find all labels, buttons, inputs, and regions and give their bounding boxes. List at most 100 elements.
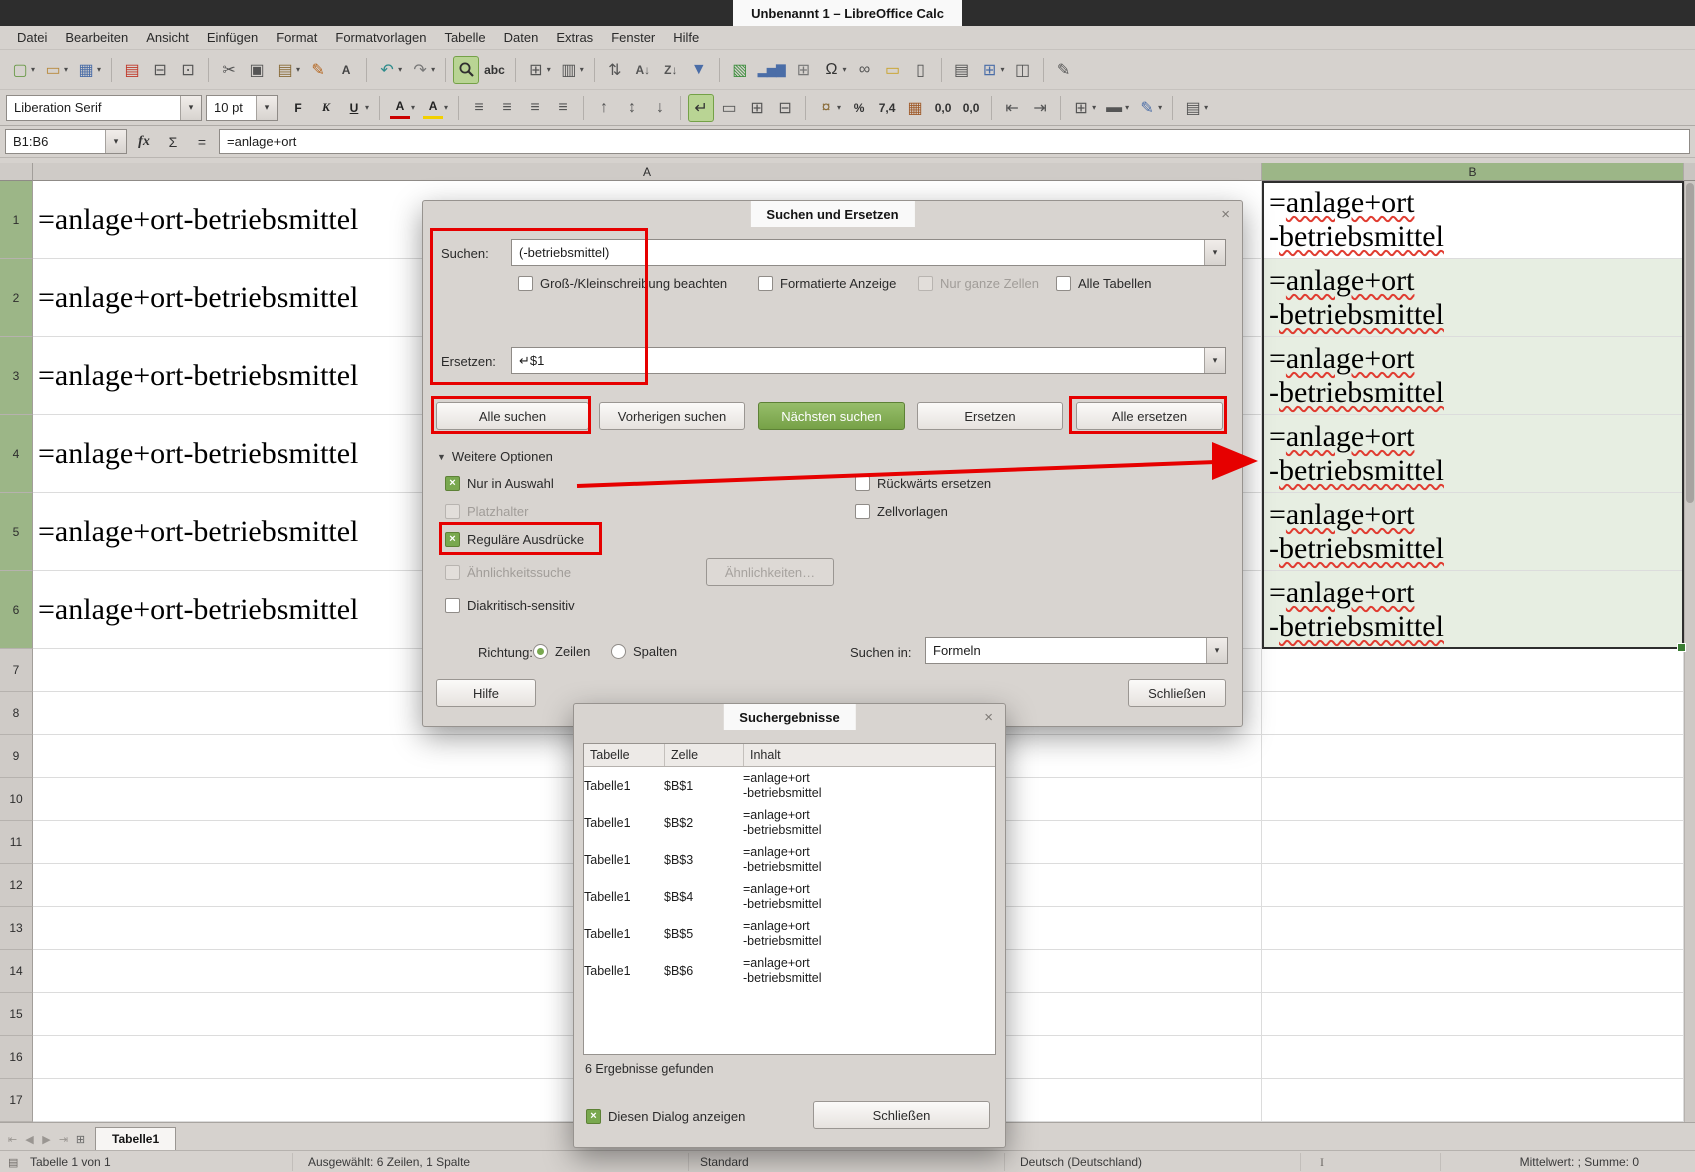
font-name-combo[interactable]: Liberation Serif ▾ [6, 95, 202, 121]
help-button[interactable]: Hilfe [436, 679, 536, 707]
cell-B15[interactable] [1262, 993, 1684, 1036]
menu-item-bearbeiten[interactable]: Bearbeiten [56, 28, 137, 47]
merge-cells-button[interactable]: ⊞ [744, 94, 770, 122]
show-draw-functions-button[interactable]: ✎ [1051, 56, 1077, 84]
radio-zeilen[interactable]: Zeilen [533, 641, 590, 661]
align-center-button[interactable]: ≡ [494, 94, 520, 122]
menu-item-einfügen[interactable]: Einfügen [198, 28, 267, 47]
next-sheet-icon[interactable]: ▶ [38, 1128, 55, 1150]
merge-and-center-cells-button[interactable]: ▭ [716, 94, 742, 122]
format-as-currency-button[interactable]: ¤▾ [813, 94, 844, 122]
cell-B7[interactable] [1262, 649, 1684, 692]
replace-all-button[interactable]: Alle ersetzen [1076, 402, 1223, 430]
delete-decimal-place-button[interactable]: 0,0 [958, 94, 984, 122]
scrollbar-thumb[interactable] [1686, 183, 1694, 503]
row-header-17[interactable]: 17 [0, 1079, 33, 1122]
checkbox-rückwärts-ersetzen[interactable]: Rückwärts ersetzen [855, 473, 991, 493]
menu-item-fenster[interactable]: Fenster [602, 28, 664, 47]
conditional-formatting-button[interactable]: ▤▾ [1180, 94, 1211, 122]
insert-sheet-icon[interactable]: ⊞ [72, 1128, 89, 1150]
increase-indent-button[interactable]: ⇥ [1027, 94, 1053, 122]
checkbox-nur-ganze-zellen[interactable]: Nur ganze Zellen [918, 273, 1039, 293]
column-header-b[interactable]: B [1262, 163, 1684, 181]
results-row[interactable]: Tabelle1$B$6=anlage+ort-betriebsmittel [584, 952, 995, 989]
dialog-titlebar[interactable]: Suchen und Ersetzen × [423, 201, 1242, 231]
close-icon[interactable]: × [984, 710, 993, 725]
fill-handle[interactable] [1677, 643, 1686, 652]
special-character-button[interactable]: Ω▾ [819, 56, 850, 84]
insert-columns-button[interactable]: ▥▾ [556, 56, 587, 84]
menu-item-hilfe[interactable]: Hilfe [664, 28, 708, 47]
previous-sheet-icon[interactable]: ◀ [21, 1128, 38, 1150]
replace-input[interactable]: ↵$1 ▾ [511, 347, 1226, 374]
replace-button[interactable]: Ersetzen [917, 402, 1063, 430]
copy-button[interactable]: ▣ [244, 56, 270, 84]
headers-footers-button[interactable]: ▤ [949, 56, 975, 84]
export-pdf-button[interactable]: ▤ [119, 56, 145, 84]
undo-button[interactable]: ↶▾ [374, 56, 405, 84]
first-sheet-icon[interactable]: ⇤ [4, 1128, 21, 1150]
font-color-button[interactable]: A▾ [387, 94, 418, 122]
cell-B2[interactable]: =anlage+ort-betriebsmittel [1262, 259, 1684, 337]
row-header-13[interactable]: 13 [0, 907, 33, 950]
sort-descending-button[interactable]: Z↓ [658, 56, 684, 84]
border-style-button[interactable]: ▬▾ [1101, 94, 1132, 122]
results-row[interactable]: Tabelle1$B$5=anlage+ort-betriebsmittel [584, 915, 995, 952]
row-header-9[interactable]: 9 [0, 735, 33, 778]
insert-text-box-button[interactable]: ▯ [908, 56, 934, 84]
clone-formatting-button[interactable]: ✎ [305, 56, 331, 84]
checkbox-reguläre-ausdrücke[interactable]: ×Reguläre Ausdrücke [445, 529, 584, 549]
spelling-button[interactable]: abc [481, 56, 508, 84]
row-header-14[interactable]: 14 [0, 950, 33, 993]
insert-comment-button[interactable]: ▭ [880, 56, 906, 84]
center-vertically-button[interactable]: ↕ [619, 94, 645, 122]
find-all-button[interactable]: Alle suchen [436, 402, 589, 430]
paste-button[interactable]: ▤▾ [272, 56, 303, 84]
dropdown-arrow-icon[interactable]: ▾ [1204, 240, 1225, 265]
sum-icon[interactable]: Σ [161, 129, 185, 154]
insert-hyperlink-button[interactable]: ∞ [852, 56, 878, 84]
cell-B6[interactable]: =anlage+ort-betriebsmittel [1262, 571, 1684, 649]
results-row[interactable]: Tabelle1$B$2=anlage+ort-betriebsmittel [584, 804, 995, 841]
save-button[interactable]: ▦▾ [73, 56, 104, 84]
cut-button[interactable]: ✂ [216, 56, 242, 84]
equals-icon[interactable]: = [190, 129, 214, 154]
row-header-2[interactable]: 2 [0, 259, 33, 337]
dropdown-arrow-icon[interactable]: ▾ [180, 96, 201, 120]
row-header-16[interactable]: 16 [0, 1036, 33, 1079]
checkbox-formatierte-anzeige[interactable]: Formatierte Anzeige [758, 273, 896, 293]
select-all-corner[interactable] [0, 163, 33, 181]
cell-B13[interactable] [1262, 907, 1684, 950]
decrease-indent-button[interactable]: ⇤ [999, 94, 1025, 122]
open-button[interactable]: ▭▾ [40, 56, 71, 84]
last-sheet-icon[interactable]: ⇥ [55, 1128, 72, 1150]
bold-button[interactable]: F [285, 94, 311, 122]
cell-B17[interactable] [1262, 1079, 1684, 1122]
checkbox-ähnlichkeitssuche[interactable]: Ähnlichkeitssuche [445, 562, 571, 582]
clear-formatting-button[interactable]: A [333, 56, 359, 84]
cell-B12[interactable] [1262, 864, 1684, 907]
menu-item-tabelle[interactable]: Tabelle [435, 28, 494, 47]
menu-item-ansicht[interactable]: Ansicht [137, 28, 198, 47]
row-header-10[interactable]: 10 [0, 778, 33, 821]
border-color-button[interactable]: ✎▾ [1134, 94, 1165, 122]
sort-button[interactable]: ⇅ [602, 56, 628, 84]
insert-image-button[interactable]: ▧ [727, 56, 753, 84]
underline-button[interactable]: U▾ [341, 94, 372, 122]
unmerge-cells-button[interactable]: ⊟ [772, 94, 798, 122]
search-input[interactable]: (-betriebsmittel) ▾ [511, 239, 1226, 266]
row-header-8[interactable]: 8 [0, 692, 33, 735]
results-row[interactable]: Tabelle1$B$1=anlage+ort-betriebsmittel [584, 767, 995, 804]
menu-item-extras[interactable]: Extras [547, 28, 602, 47]
split-window-button[interactable]: ◫ [1010, 56, 1036, 84]
align-bottom-button[interactable]: ↓ [647, 94, 673, 122]
dialog-close-button[interactable]: Schließen [1128, 679, 1226, 707]
similarities-button[interactable]: Ähnlichkeiten… [706, 558, 834, 586]
cell-B1[interactable]: =anlage+ort-betriebsmittel [1262, 181, 1684, 259]
menu-item-format[interactable]: Format [267, 28, 326, 47]
dialog-titlebar[interactable]: Suchergebnisse × [574, 704, 1005, 734]
row-header-12[interactable]: 12 [0, 864, 33, 907]
format-as-date-button[interactable]: ▦ [902, 94, 928, 122]
borders-button[interactable]: ⊞▾ [1068, 94, 1099, 122]
checkbox-zellvorlagen[interactable]: Zellvorlagen [855, 501, 948, 521]
